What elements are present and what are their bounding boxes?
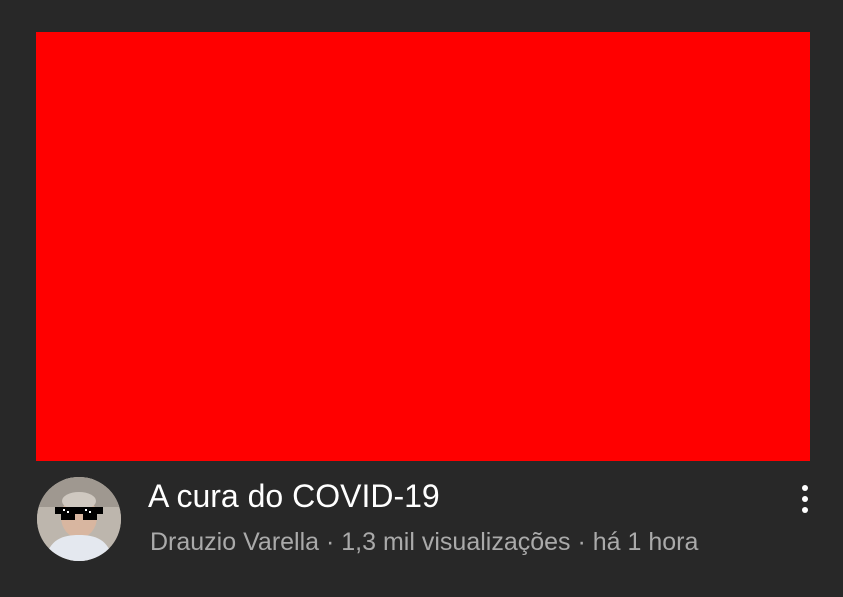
avatar-image <box>37 477 121 561</box>
upload-age: há 1 hora <box>592 528 699 556</box>
video-thumbnail[interactable] <box>36 32 810 461</box>
video-title[interactable]: A cura do COVID-19 <box>148 476 440 516</box>
channel-avatar[interactable] <box>37 477 121 561</box>
view-count: 1,3 mil visualizações <box>341 528 571 556</box>
meta-separator: · <box>319 528 342 556</box>
more-vertical-icon[interactable] <box>792 481 818 517</box>
meta-separator: · <box>570 528 593 556</box>
video-card: A cura do COVID-19 Drauzio Varella · 1,3… <box>0 0 843 597</box>
channel-name[interactable]: Drauzio Varella <box>150 528 319 556</box>
more-vertical-icon-svg <box>802 485 808 513</box>
video-meta: Drauzio Varella · 1,3 mil visualizações … <box>150 526 698 558</box>
